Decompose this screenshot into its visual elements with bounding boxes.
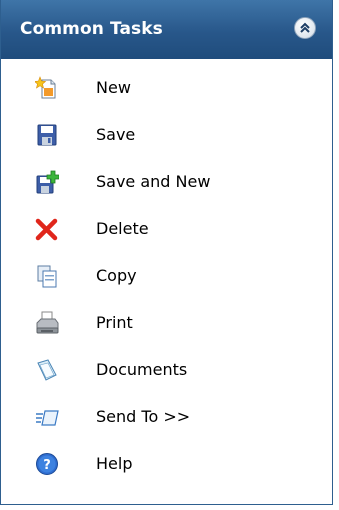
documents-icon — [35, 358, 59, 382]
panel-header[interactable]: Common Tasks — [1, 0, 332, 59]
red-x-icon — [35, 217, 59, 241]
task-label: Print — [96, 313, 133, 332]
task-documents[interactable]: Documents — [1, 350, 332, 397]
task-help[interactable]: ? Help — [1, 444, 332, 491]
collapse-button[interactable] — [294, 17, 316, 39]
task-label: Save — [96, 125, 136, 144]
task-save-and-new[interactable]: Save and New — [1, 162, 332, 209]
help-icon: ? — [35, 452, 59, 476]
task-label: Send To >> — [96, 407, 191, 426]
printer-icon — [35, 311, 59, 335]
task-copy[interactable]: Copy — [1, 256, 332, 303]
task-label: Documents — [96, 360, 188, 379]
task-label: Save and New — [96, 172, 211, 191]
task-new[interactable]: New — [1, 68, 332, 115]
task-label: Copy — [96, 266, 137, 285]
save-and-new-icon — [35, 170, 60, 194]
panel-title: Common Tasks — [20, 19, 163, 39]
task-label: Delete — [96, 219, 149, 238]
common-tasks-panel: Common Tasks New Save Save and New Delet… — [0, 0, 333, 505]
floppy-disk-icon — [35, 123, 59, 147]
task-print[interactable]: Print — [1, 303, 332, 350]
task-delete[interactable]: Delete — [1, 209, 332, 256]
double-chevron-up-icon — [300, 22, 310, 33]
task-label: Help — [96, 454, 133, 473]
new-document-icon — [33, 76, 59, 100]
task-save[interactable]: Save — [1, 115, 332, 162]
copy-icon — [35, 264, 59, 288]
svg-text:?: ? — [43, 458, 51, 473]
send-to-icon — [35, 405, 59, 429]
task-label: New — [96, 78, 131, 97]
task-send-to[interactable]: Send To >> — [1, 397, 332, 444]
task-list: New Save Save and New Delete Copy Print … — [1, 68, 332, 491]
